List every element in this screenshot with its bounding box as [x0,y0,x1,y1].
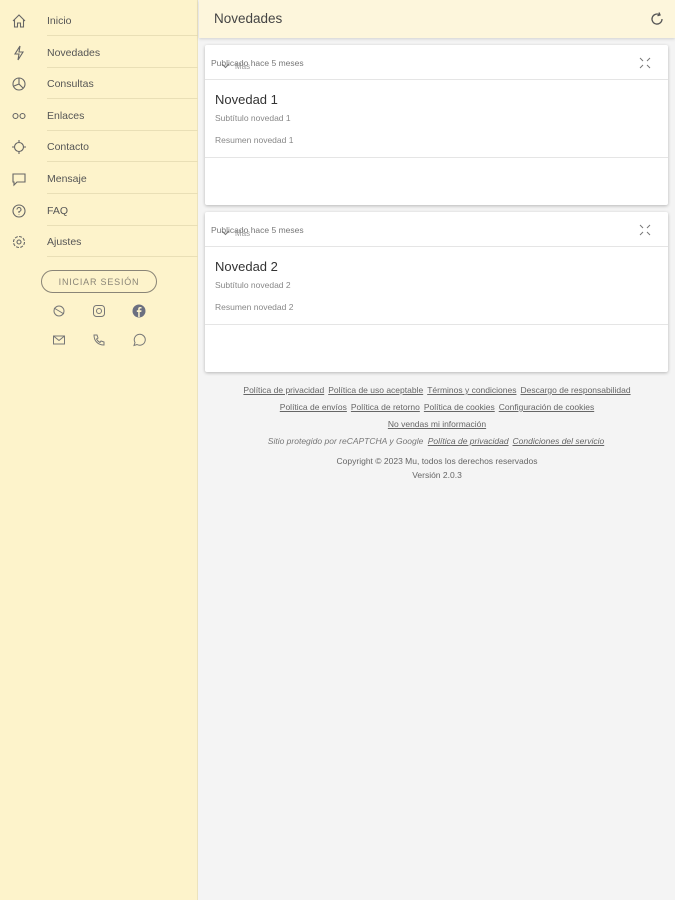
chevron-down-icon [221,62,230,71]
more-label: Más [235,62,251,71]
top-bar: Novedades [199,0,675,38]
card-subtitle: Subtítulo novedad 1 [215,113,291,123]
more-button[interactable]: Más [221,229,250,238]
version: Versión 2.0.3 [412,470,462,480]
pie-chart-icon [10,75,28,93]
link-icon [10,107,28,125]
login-button[interactable]: INICIAR SESIÓN [41,270,157,293]
sidebar-item-consultas[interactable]: Consultas [0,68,198,99]
sidebar-item-novedades[interactable]: Novedades [0,37,198,68]
footer-link[interactable]: Política de envíos [280,402,347,412]
footer-link[interactable]: Configuración de cookies [499,402,594,412]
card-title: Novedad 1 [215,92,278,107]
footer-link[interactable]: Política de privacidad [243,385,324,395]
sidebar: Inicio Novedades Consultas Enlaces Conta… [0,0,198,900]
card-summary: Resumen novedad 1 [215,135,294,145]
footer-link[interactable]: Política de uso aceptable [328,385,423,395]
refresh-icon[interactable] [649,11,665,27]
recaptcha-notice: Sitio protegido por reCAPTCHA y Google [267,436,424,446]
sidebar-item-contacto[interactable]: Contacto [0,131,198,162]
email-icon[interactable] [51,332,67,348]
chevron-down-icon [221,229,230,238]
phone-icon[interactable] [91,332,107,348]
sidebar-item-inicio[interactable]: Inicio [0,5,198,36]
message-icon [10,170,28,188]
footer-link[interactable]: Condiciones del servicio [513,436,605,446]
expand-icon[interactable] [638,56,652,70]
footer-link[interactable]: Política de cookies [424,402,495,412]
footer-link[interactable]: Política de privacidad [428,436,509,446]
footer-link[interactable]: Política de retorno [351,402,420,412]
social-icon[interactable] [51,303,67,319]
card-title: Novedad 2 [215,259,278,274]
news-card: Publicado hace 5 meses Novedad 2 Subtítu… [205,212,668,372]
page-title: Novedades [214,11,283,26]
footer-link[interactable]: Términos y condiciones [427,385,516,395]
expand-icon[interactable] [638,223,652,237]
instagram-icon[interactable] [91,303,107,319]
card-subtitle: Subtítulo novedad 2 [215,280,291,290]
facebook-icon[interactable] [131,303,147,319]
home-icon [10,12,28,30]
card-summary: Resumen novedad 2 [215,302,294,312]
more-button[interactable]: Más [221,62,250,71]
footer: Política de privacidad Política de uso ac… [199,383,675,485]
lightning-icon [10,44,28,62]
more-label: Más [235,229,251,238]
sidebar-item-mensaje[interactable]: Mensaje [0,163,198,194]
sidebar-item-enlaces[interactable]: Enlaces [0,100,198,131]
gear-icon [10,233,28,251]
news-card: Publicado hace 5 meses Novedad 1 Subtítu… [205,45,668,205]
help-icon [10,202,28,220]
whatsapp-icon[interactable] [131,332,147,348]
contact-icon [10,138,28,156]
footer-link[interactable]: No vendas mi información [388,419,486,429]
sidebar-item-ajustes[interactable]: Ajustes [0,226,198,257]
footer-link[interactable]: Descargo de responsabilidad [520,385,630,395]
sidebar-item-faq[interactable]: FAQ [0,195,198,226]
